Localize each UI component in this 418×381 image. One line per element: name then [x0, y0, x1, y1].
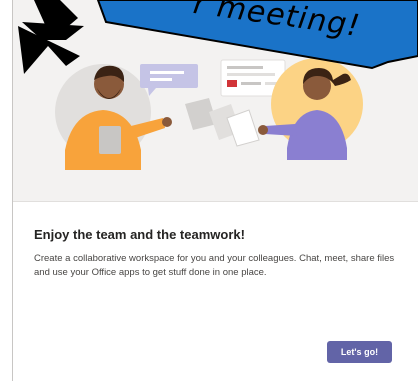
teamwork-illustration [55, 58, 363, 170]
lets-go-button[interactable]: Let's go! [327, 341, 392, 363]
right-person-hand [258, 125, 268, 135]
document-red-icon [227, 80, 237, 87]
dialog-title: Enjoy the team and the teamwork! [34, 227, 245, 242]
right-person-arm [265, 124, 297, 136]
dialog-description: Create a collaborative workspace for you… [34, 253, 395, 278]
left-speech-bubble [140, 64, 198, 88]
left-person-hand [162, 117, 172, 127]
hero-illustration [13, 0, 418, 202]
tablet-device [99, 126, 121, 154]
welcome-dialog: Enjoy the team and the teamwork! Create … [12, 0, 418, 381]
